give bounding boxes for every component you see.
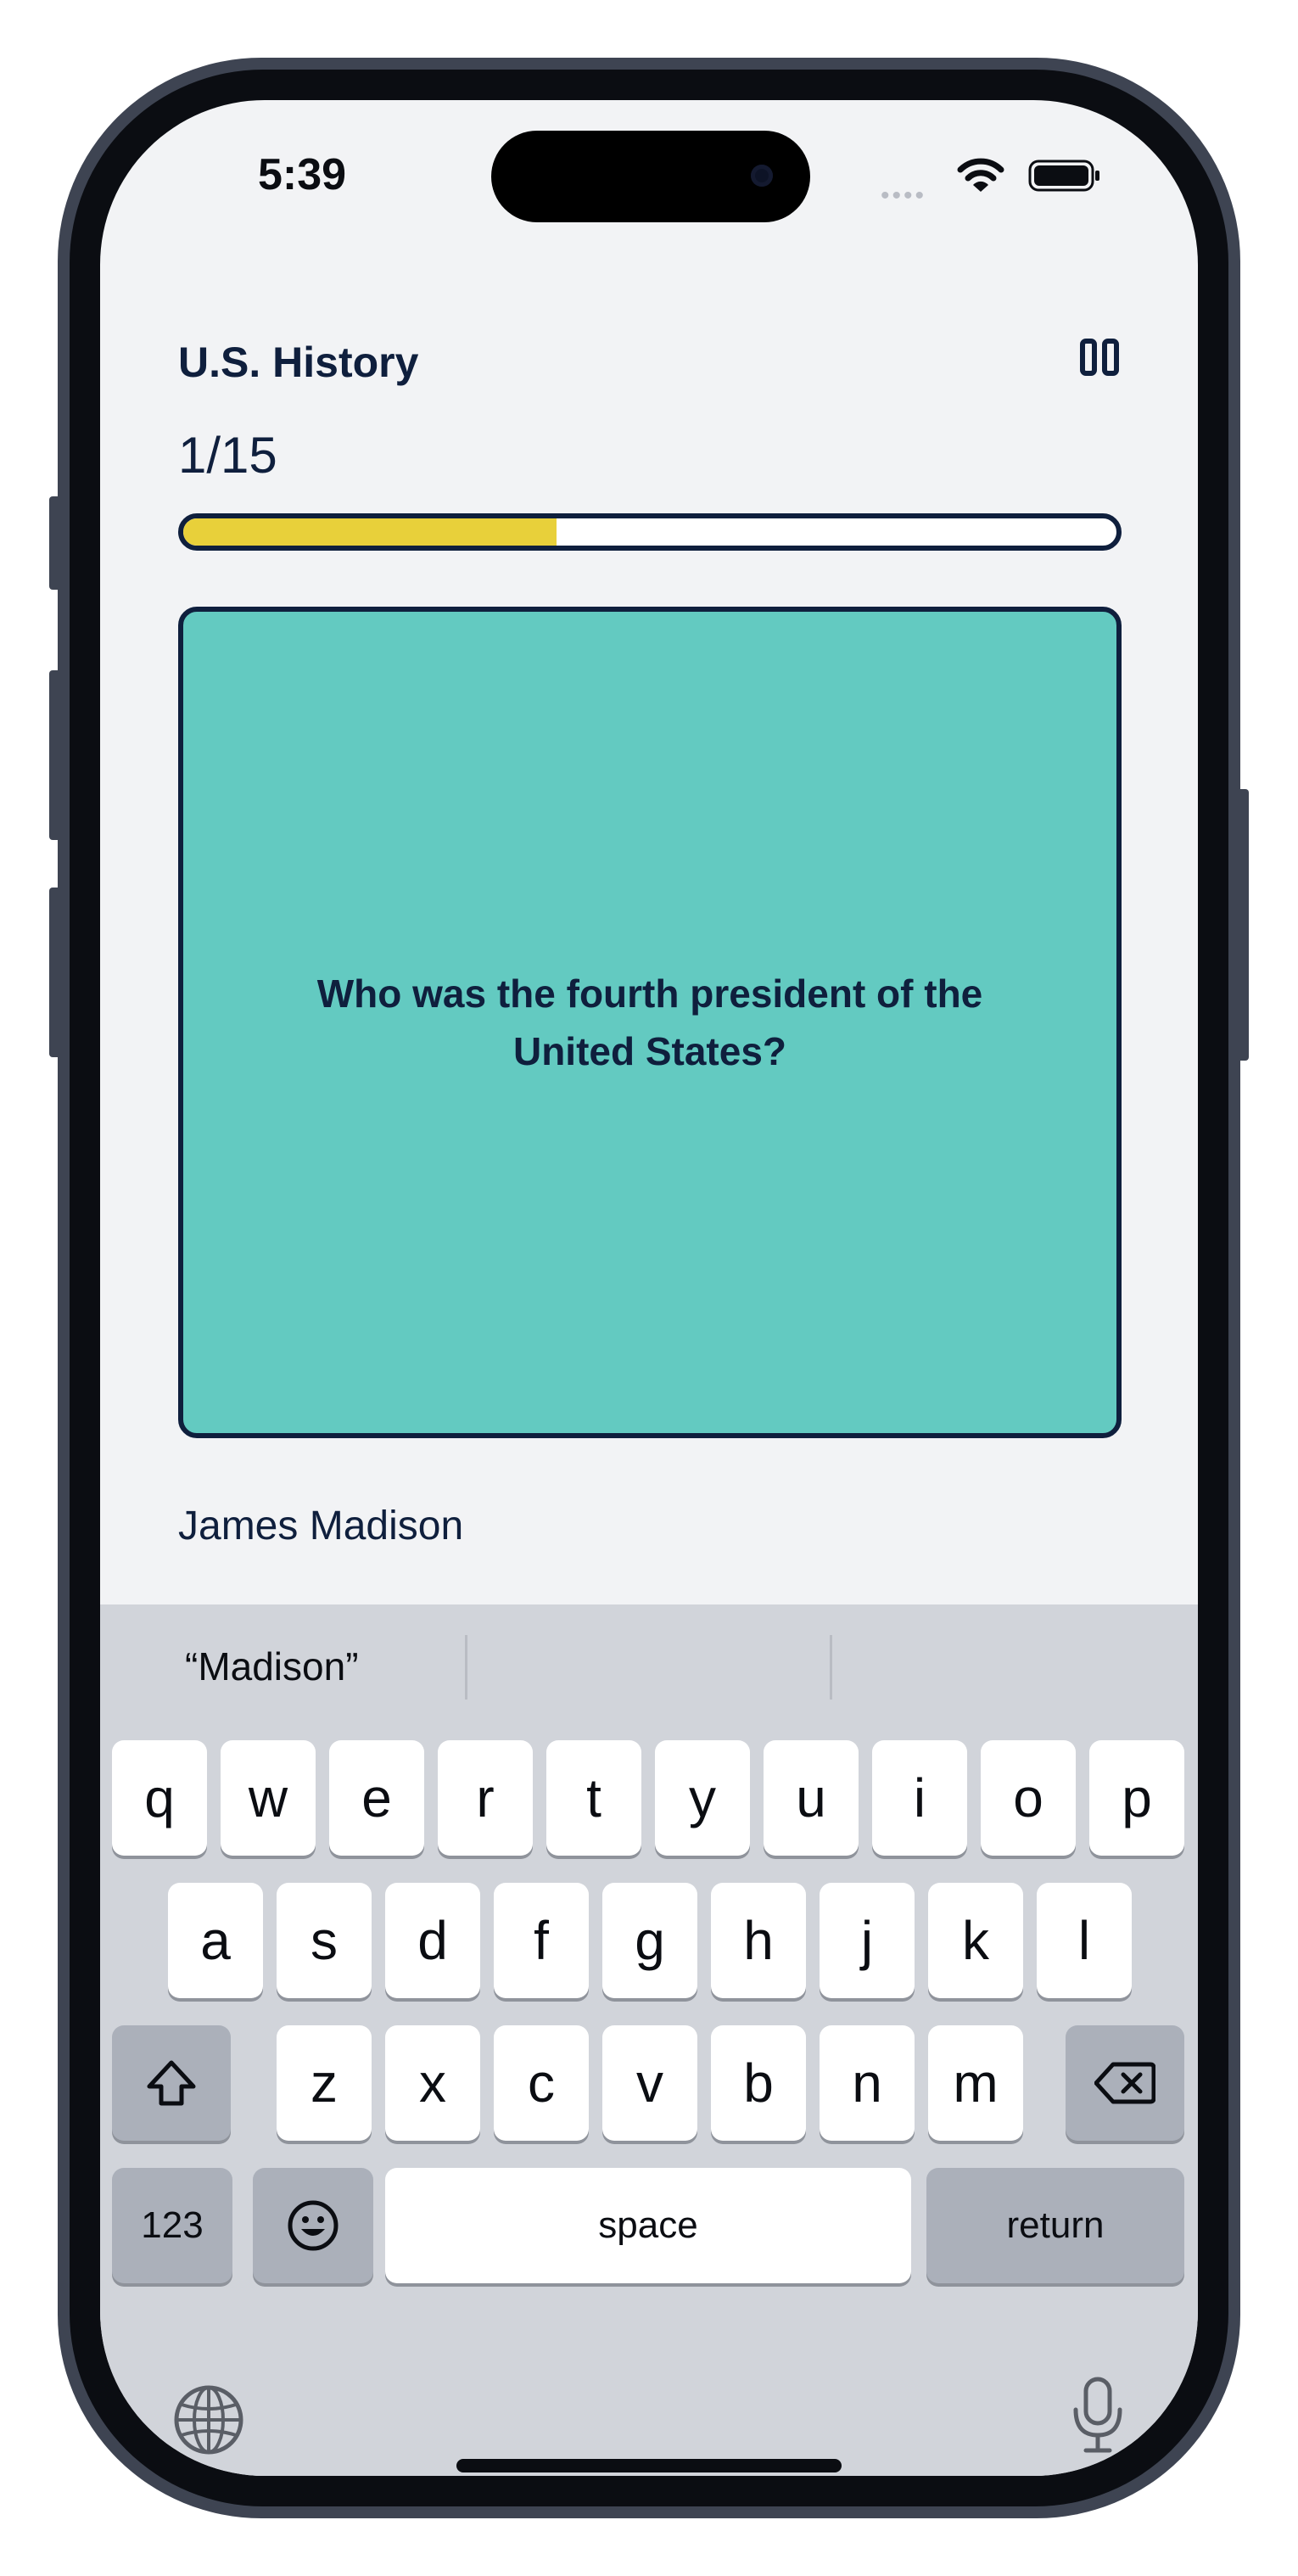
key-a[interactable]: a — [168, 1883, 263, 1998]
suggestion-item[interactable]: “Madison” — [185, 1644, 359, 1689]
key-e[interactable]: e — [329, 1740, 424, 1856]
home-indicator — [456, 2459, 842, 2472]
answer-input[interactable] — [178, 1492, 1120, 1560]
key-u[interactable]: u — [764, 1740, 859, 1856]
delete-key[interactable] — [1066, 2025, 1184, 2141]
key-k[interactable]: k — [928, 1883, 1023, 1998]
key-c[interactable]: c — [494, 2025, 589, 2141]
key-j[interactable]: j — [820, 1883, 915, 1998]
key-m[interactable]: m — [928, 2025, 1023, 2141]
globe-icon[interactable] — [173, 2384, 244, 2456]
status-time: 5:39 — [258, 150, 347, 199]
key-l[interactable]: l — [1037, 1883, 1132, 1998]
suggestion-divider — [830, 1635, 832, 1700]
pause-icon[interactable] — [1079, 338, 1120, 377]
emoji-icon — [288, 2200, 338, 2251]
key-r[interactable]: r — [438, 1740, 533, 1856]
flashcard[interactable]: Who was the fourth president of the Unit… — [178, 607, 1122, 1438]
key-v[interactable]: v — [602, 2025, 697, 2141]
key-f[interactable]: f — [494, 1883, 589, 1998]
key-q[interactable]: q — [112, 1740, 207, 1856]
emoji-key[interactable] — [253, 2168, 373, 2283]
key-s[interactable]: s — [277, 1883, 372, 1998]
key-x[interactable]: x — [385, 2025, 480, 2141]
key-o[interactable]: o — [981, 1740, 1076, 1856]
key-i[interactable]: i — [872, 1740, 967, 1856]
key-t[interactable]: t — [546, 1740, 641, 1856]
microphone-icon[interactable] — [1071, 2376, 1125, 2456]
key-w[interactable]: w — [221, 1740, 316, 1856]
return-key[interactable]: return — [926, 2168, 1184, 2283]
onscreen-keyboard: “Madison” q w e r t y u i o p a s d f g … — [100, 1604, 1198, 2476]
status-bar: 5:39 •••• — [100, 100, 1198, 236]
suggestion-bar: “Madison” — [100, 1604, 1198, 1732]
deck-title: U.S. History — [178, 339, 419, 386]
space-key[interactable]: space — [385, 2168, 911, 2283]
key-g[interactable]: g — [602, 1883, 697, 1998]
cellular-signal-icon: •••• — [881, 182, 927, 210]
key-d[interactable]: d — [385, 1883, 480, 1998]
key-b[interactable]: b — [711, 2025, 806, 2141]
battery-icon — [1028, 160, 1099, 192]
dynamic-island — [491, 131, 810, 222]
camera-icon — [751, 165, 773, 187]
progress-bar — [178, 513, 1122, 551]
key-h[interactable]: h — [711, 1883, 806, 1998]
suggestion-divider — [465, 1635, 467, 1700]
phone-screen: 5:39 •••• U.S. History 1/15 Who was the … — [100, 100, 1198, 2476]
shift-icon — [147, 2060, 196, 2106]
question-counter: 1/15 — [178, 427, 277, 484]
key-z[interactable]: z — [277, 2025, 372, 2141]
key-n[interactable]: n — [820, 2025, 915, 2141]
shift-key[interactable] — [112, 2025, 231, 2141]
card-question: Who was the fourth president of the Unit… — [316, 972, 983, 1073]
wifi-icon — [957, 158, 1004, 192]
progress-fill — [183, 518, 557, 546]
key-y[interactable]: y — [655, 1740, 750, 1856]
key-p[interactable]: p — [1089, 1740, 1184, 1856]
numbers-key[interactable]: 123 — [112, 2168, 232, 2283]
backspace-icon — [1094, 2062, 1155, 2104]
